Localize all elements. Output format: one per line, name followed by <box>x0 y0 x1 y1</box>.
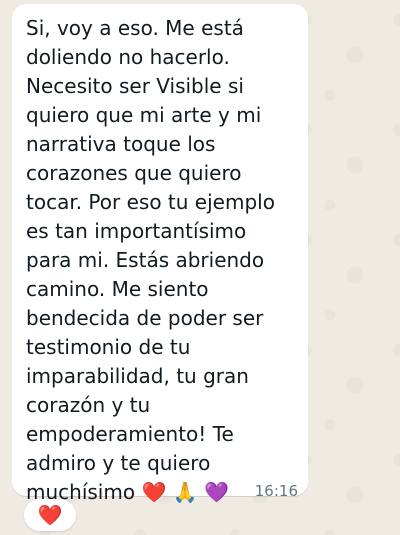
message-text: Si, voy a eso. Me está doliendo no hacer… <box>26 14 284 507</box>
message-emojis: ❤️ 🙏 💜 <box>141 480 229 504</box>
message-body-text: Si, voy a eso. Me está doliendo no hacer… <box>26 16 275 504</box>
message-bubble[interactable]: Si, voy a eso. Me está doliendo no hacer… <box>12 4 308 504</box>
heart-reaction-icon[interactable]: ❤️ <box>24 499 76 531</box>
message-timestamp: 16:16 <box>254 482 298 500</box>
